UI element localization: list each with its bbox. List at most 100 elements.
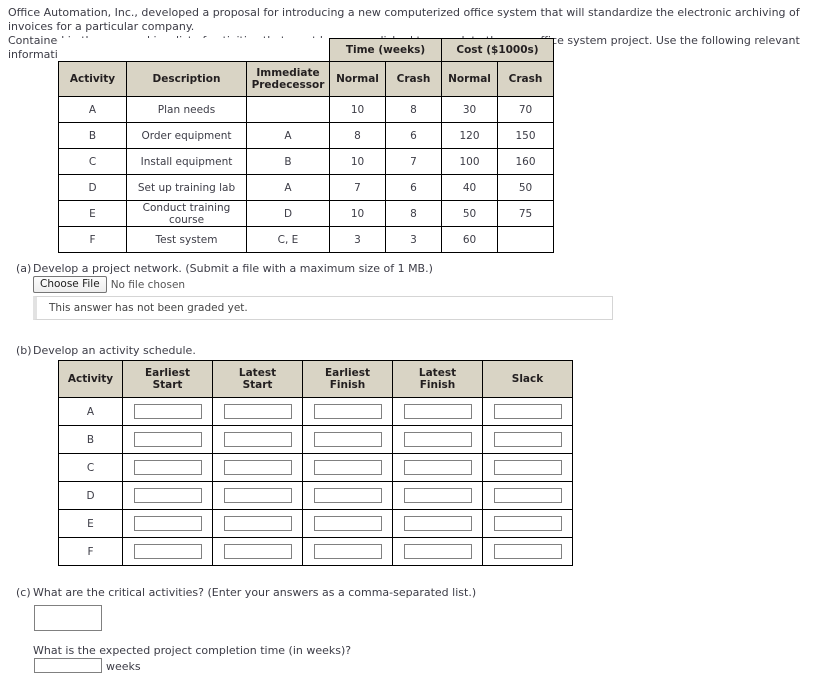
latest-start-input-d[interactable]	[223, 488, 292, 503]
earliest-finish-input-cell	[302, 453, 393, 482]
blank-header-description	[127, 39, 247, 62]
earliest-finish-input-d[interactable]	[313, 488, 382, 503]
table-row: B	[58, 425, 573, 454]
earliest-finish-input-cell	[302, 509, 393, 538]
header-earliest-finish-line-2: Finish	[329, 379, 366, 391]
time-normal-cell: 10	[329, 200, 386, 227]
activity-cell: F	[58, 226, 127, 253]
latest-start-input-c[interactable]	[223, 460, 292, 475]
latest-finish-input-b[interactable]	[403, 432, 472, 447]
grading-status-box: This answer has not been graded yet.	[33, 296, 613, 320]
latest-finish-input-e[interactable]	[403, 516, 472, 531]
description-cell: Conduct training course	[126, 200, 247, 227]
time-normal-cell: 7	[329, 174, 386, 201]
cost-normal-cell: 120	[441, 122, 498, 149]
cost-crash-cell: 160	[497, 148, 554, 175]
activity-cell: D	[58, 174, 127, 201]
header-immediate-predecessor-line-2: Predecessor	[251, 79, 325, 91]
time-crash-cell: 6	[385, 122, 442, 149]
latest-finish-input-d[interactable]	[403, 488, 472, 503]
earliest-finish-input-cell	[302, 397, 393, 426]
header-earliest-finish-line-1: Earliest	[324, 367, 371, 379]
earliest-start-input-f[interactable]	[133, 544, 202, 559]
latest-start-input-cell	[212, 397, 303, 426]
latest-start-input-a[interactable]	[223, 404, 292, 419]
activity-schedule-table: Activity Earliest Start Latest Start Ear…	[58, 360, 573, 566]
latest-start-input-cell	[212, 481, 303, 510]
predecessor-cell: B	[246, 148, 330, 175]
earliest-start-input-b[interactable]	[133, 432, 202, 447]
earliest-start-input-cell	[122, 509, 213, 538]
activity-cell: C	[58, 148, 127, 175]
latest-finish-input-cell	[392, 481, 483, 510]
earliest-start-input-cell	[122, 397, 213, 426]
part-b-marker: (b)	[16, 344, 32, 357]
cost-normal-cell: 30	[441, 96, 498, 123]
table-row: E	[58, 509, 573, 538]
time-crash-cell: 8	[385, 96, 442, 123]
header-slack: Slack	[482, 360, 573, 398]
latest-start-input-e[interactable]	[223, 516, 292, 531]
slack-input-cell	[482, 509, 573, 538]
slack-input-cell	[482, 481, 573, 510]
activity-cell: A	[58, 96, 127, 123]
slack-input-a[interactable]	[493, 404, 562, 419]
table-row: C	[58, 453, 573, 482]
slack-input-e[interactable]	[493, 516, 562, 531]
file-upload-row[interactable]: Choose File No file chosen	[33, 276, 185, 293]
earliest-finish-input-cell	[302, 481, 393, 510]
earliest-finish-input-b[interactable]	[313, 432, 382, 447]
header-immediate-predecessor: Immediate Predecessor	[246, 61, 330, 97]
earliest-finish-input-cell	[302, 425, 393, 454]
earliest-finish-input-e[interactable]	[313, 516, 382, 531]
header-latest-finish-line-1: Latest	[418, 367, 457, 379]
cost-normal-cell: 100	[441, 148, 498, 175]
latest-start-input-cell	[212, 453, 303, 482]
earliest-finish-input-f[interactable]	[313, 544, 382, 559]
slack-input-cell	[482, 425, 573, 454]
header-time-crash: Crash	[385, 61, 442, 97]
predecessor-cell: A	[246, 174, 330, 201]
slack-input-c[interactable]	[493, 460, 562, 475]
predecessor-cell: C, E	[246, 226, 330, 253]
header-latest-finish: Latest Finish	[392, 360, 483, 398]
schedule-activity-cell: A	[58, 397, 123, 426]
latest-start-input-b[interactable]	[223, 432, 292, 447]
time-crash-cell: 8	[385, 200, 442, 227]
table-row: D Set up training lab A 7 6 40 50	[58, 174, 554, 201]
earliest-finish-input-c[interactable]	[313, 460, 382, 475]
choose-file-button[interactable]: Choose File	[33, 276, 107, 293]
earliest-start-input-cell	[122, 537, 213, 566]
slack-input-d[interactable]	[493, 488, 562, 503]
schedule-activity-cell: D	[58, 481, 123, 510]
latest-finish-input-a[interactable]	[403, 404, 472, 419]
schedule-activity-cell: F	[58, 537, 123, 566]
earliest-start-input-c[interactable]	[133, 460, 202, 475]
header-immediate-predecessor-line-1: Immediate	[256, 67, 320, 79]
slack-input-f[interactable]	[493, 544, 562, 559]
latest-finish-input-f[interactable]	[403, 544, 472, 559]
latest-start-input-cell	[212, 537, 303, 566]
description-cell: Install equipment	[126, 148, 247, 175]
time-normal-cell: 3	[329, 226, 386, 253]
table-row: D	[58, 481, 573, 510]
slack-input-b[interactable]	[493, 432, 562, 447]
earliest-start-input-a[interactable]	[133, 404, 202, 419]
latest-finish-input-cell	[392, 425, 483, 454]
predecessor-cell: D	[246, 200, 330, 227]
problem-statement-line-1: Office Automation, Inc., developed a pro…	[8, 6, 800, 33]
critical-activities-input[interactable]	[34, 605, 102, 631]
earliest-start-input-e[interactable]	[133, 516, 202, 531]
slack-input-cell	[482, 537, 573, 566]
latest-start-input-f[interactable]	[223, 544, 292, 559]
schedule-activity-cell: C	[58, 453, 123, 482]
latest-finish-input-c[interactable]	[403, 460, 472, 475]
header-cost-crash: Crash	[497, 61, 554, 97]
table-row: F	[58, 537, 573, 566]
earliest-start-input-d[interactable]	[133, 488, 202, 503]
header-time-weeks: Time (weeks)	[329, 38, 442, 62]
earliest-finish-input-a[interactable]	[313, 404, 382, 419]
time-crash-cell: 7	[385, 148, 442, 175]
latest-finish-input-cell	[392, 537, 483, 566]
completion-time-input[interactable]	[34, 658, 102, 673]
